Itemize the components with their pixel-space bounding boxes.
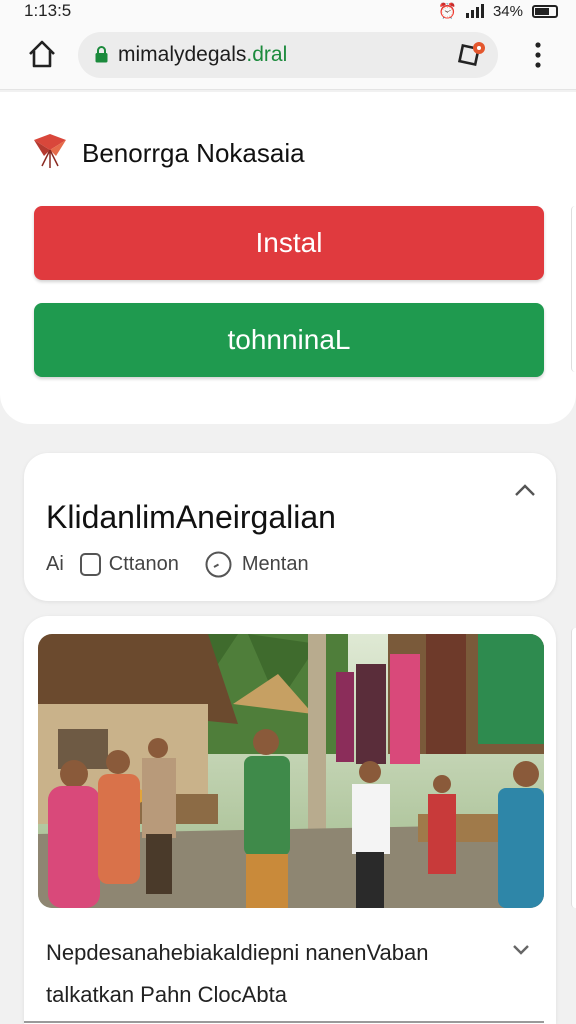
article-caption[interactable]: Nepdesanahebiakaldiepni nanenVaban talka…	[46, 932, 496, 1016]
browser-toolbar: mimalydegals.dral	[0, 22, 576, 90]
alarm-icon: ⏰	[438, 3, 457, 20]
next-article-edge	[571, 628, 576, 908]
caption-line-1: Nepdesanahebiakaldiepni nanenVaban	[46, 940, 429, 965]
info-title: KlidanlimAneirgalian	[46, 499, 336, 535]
install-button[interactable]: Instal	[34, 206, 544, 280]
chevron-up-icon[interactable]	[514, 483, 536, 497]
url-domain: .dral	[246, 43, 288, 66]
tab-switcher-icon[interactable]	[456, 41, 486, 69]
app-name: Benorrga Nokasaia	[82, 138, 305, 168]
url-text[interactable]: mimalydegals.dral	[118, 43, 287, 67]
next-card-edge	[571, 206, 576, 372]
battery-text: 34%	[492, 2, 523, 20]
status-bar: 1:13:5 ⏰ 34%	[0, 0, 576, 22]
article-card[interactable]: Nepdesanahebiakaldiepni nanenVaban talka…	[24, 616, 556, 1024]
terminal-button[interactable]: tohnninaL	[34, 303, 544, 377]
signal-icon	[465, 4, 484, 18]
chevron-down-icon[interactable]	[512, 944, 530, 956]
app-logo	[34, 134, 66, 168]
bottom-divider	[24, 1021, 544, 1023]
status-icons: ⏰ 34%	[438, 2, 558, 20]
lock-icon	[95, 46, 108, 63]
home-icon[interactable]	[26, 38, 58, 70]
time-label: Mentan	[241, 553, 309, 575]
install-card: Benorrga Nokasaia Instal tohnninaL	[0, 92, 576, 424]
caption-line-2: talkatkan Pahn ClocAbta	[46, 982, 287, 1007]
square-icon	[79, 553, 101, 576]
clock-icon	[205, 551, 232, 578]
more-vert-icon[interactable]	[528, 40, 548, 70]
ai-label: Ai	[46, 553, 64, 575]
address-bar[interactable]: mimalydegals.dral	[78, 32, 498, 78]
url-main: mimalydegals	[118, 43, 247, 66]
category-label: Cttanon	[108, 553, 179, 575]
status-time: 1:13:5	[24, 1, 72, 20]
info-meta-row: Ai Cttanon Mentan	[46, 551, 309, 578]
battery-icon	[532, 4, 558, 18]
info-card[interactable]: KlidanlimAneirgalian Ai Cttanon Mentan	[24, 453, 556, 601]
market-photo[interactable]	[38, 634, 544, 908]
